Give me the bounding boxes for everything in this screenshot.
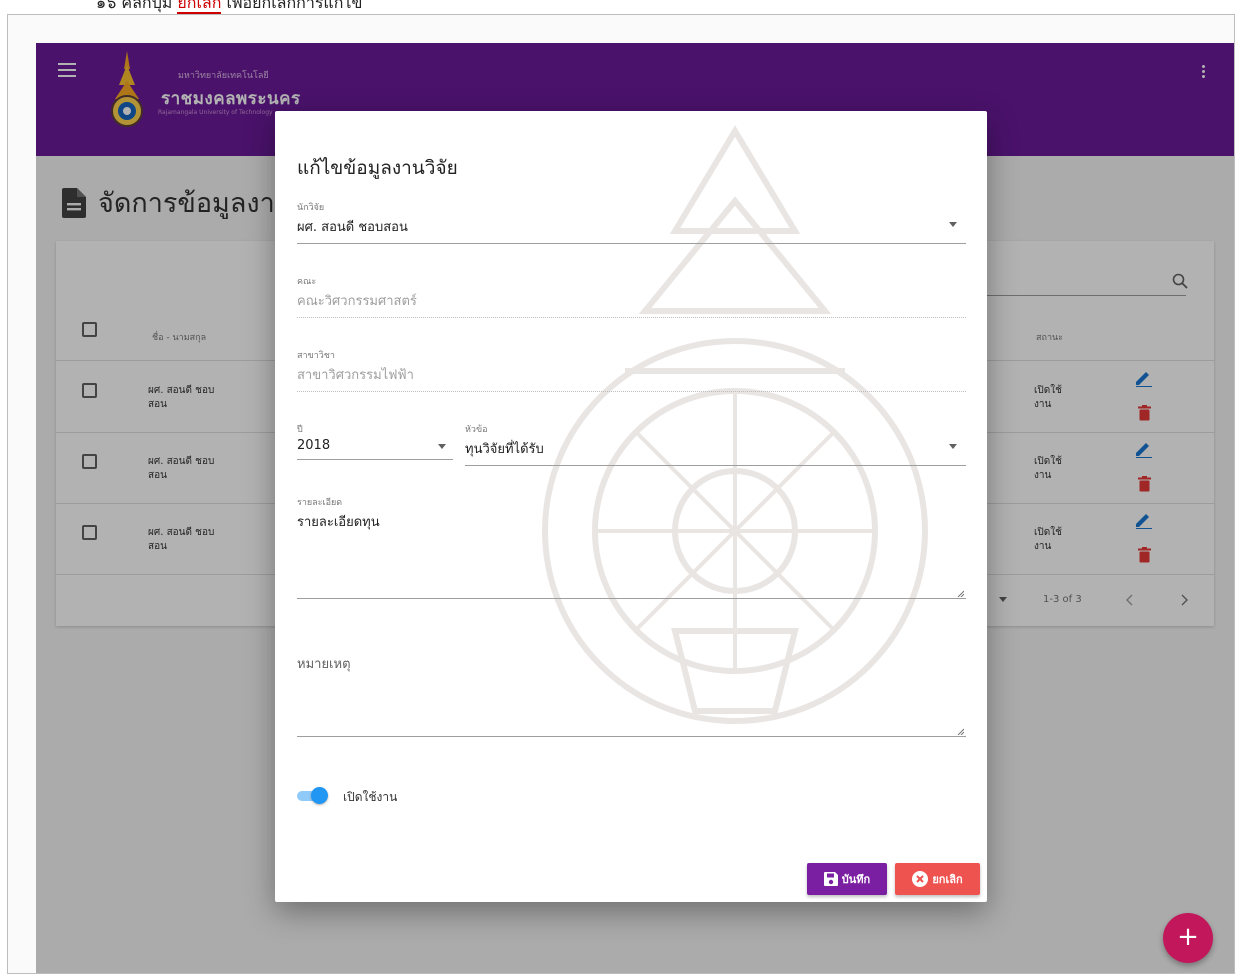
topic-select[interactable]: หัวข้อ ทุนวิจัยที่ได้รับ bbox=[465, 422, 966, 466]
chevron-down-icon[interactable] bbox=[949, 444, 957, 449]
dialog-title: แก้ไขข้อมูลงานวิจัย bbox=[297, 157, 458, 179]
details-textarea[interactable]: รายละเอียด รายละเอียดทุน bbox=[297, 495, 966, 532]
edit-research-dialog: แก้ไขข้อมูลงานวิจัย นักวิจัย ผศ. สอนดี ช… bbox=[275, 111, 987, 902]
faculty-field: คณะ คณะวิศวกรรมศาสตร์ bbox=[297, 274, 966, 318]
chevron-down-icon[interactable] bbox=[949, 222, 957, 227]
researcher-select[interactable]: นักวิจัย ผศ. สอนดี ชอบสอน bbox=[297, 200, 966, 244]
department-field: สาขาวิชา สาขาวิศวกรรมไฟฟ้า bbox=[297, 348, 966, 392]
cancel-button[interactable]: ยกเลิก bbox=[895, 863, 980, 895]
close-circle-icon bbox=[912, 871, 929, 887]
save-button[interactable]: บันทึก bbox=[807, 863, 887, 895]
year-select[interactable]: ปี 2018 bbox=[297, 422, 453, 460]
active-toggle-label: เปิดใช้งาน bbox=[343, 790, 398, 804]
active-toggle-switch[interactable] bbox=[297, 787, 329, 804]
remark-textarea[interactable]: หมายเหตุ bbox=[297, 651, 966, 676]
chevron-down-icon[interactable] bbox=[438, 444, 446, 449]
resize-handle-icon[interactable] bbox=[957, 590, 964, 597]
partial-caption: ๑๖ คลิกปุ่ม ยกเลิก เพื่อยกเลิกการแก้ไข bbox=[96, 0, 362, 14]
document-header-strip: ๑๖ คลิกปุ่ม ยกเลิก เพื่อยกเลิกการแก้ไข bbox=[0, 0, 1241, 14]
resize-handle-icon[interactable] bbox=[957, 728, 964, 735]
floppy-disk-icon bbox=[823, 872, 838, 886]
add-fab-button[interactable]: + bbox=[1163, 913, 1213, 963]
